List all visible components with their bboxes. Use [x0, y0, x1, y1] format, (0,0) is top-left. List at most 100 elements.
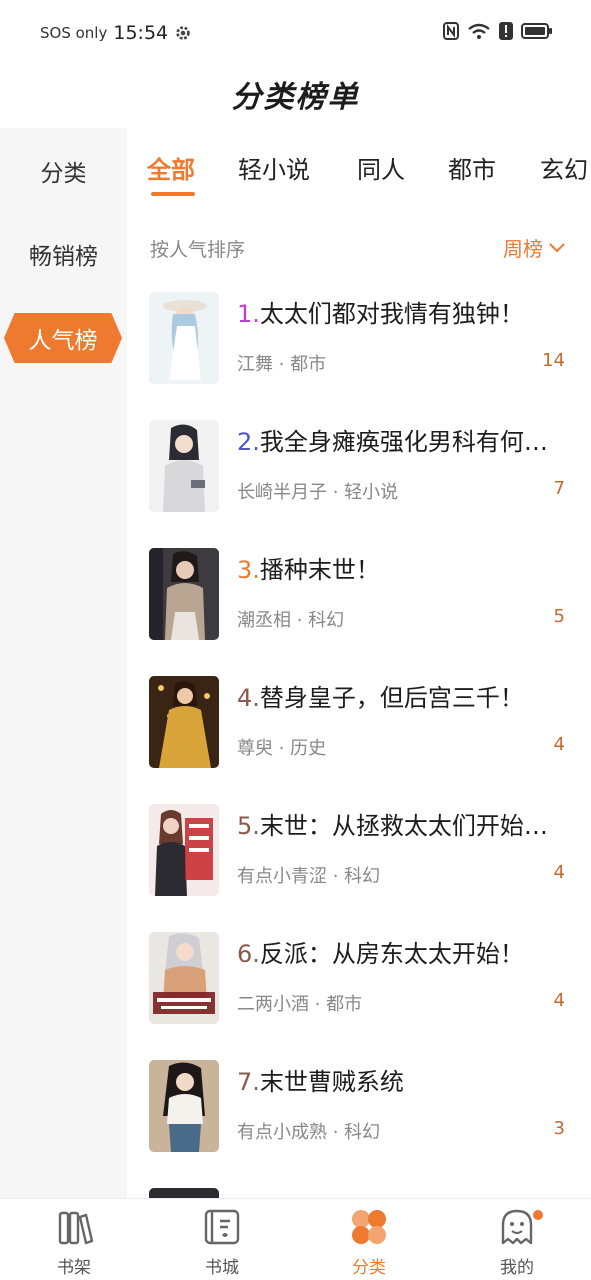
book-genre: 科幻	[308, 610, 345, 631]
list-item[interactable]: 5.末世：从拯救太太们开始… 有点小青涩 · 科幻 4	[127, 804, 591, 932]
period-dropdown[interactable]: 周榜	[503, 233, 565, 262]
nav-profile[interactable]: 我的	[467, 1207, 567, 1278]
book-popularity-count: 5	[553, 606, 565, 627]
carrier-text: SOS only	[40, 24, 108, 42]
list-item[interactable]: 6.反派：从房东太太开始！ 二两小酒 · 都市 4	[127, 932, 591, 1060]
nav-label: 我的	[500, 1258, 534, 1278]
nav-label: 书城	[205, 1258, 239, 1278]
book-author: 尊臾	[237, 738, 273, 759]
nfc-icon	[443, 22, 459, 40]
settings-gear-icon	[176, 26, 190, 40]
tab-all[interactable]: 全部	[147, 150, 195, 185]
notification-dot	[533, 1210, 543, 1220]
book-author: 有点小青涩	[237, 866, 327, 887]
book-cover	[149, 420, 219, 512]
list-item[interactable]: 3.播种末世！ 潮丞相 · 科幻 5	[127, 548, 591, 676]
alert-icon	[499, 22, 513, 40]
book-meta: 潮丞相 · 科幻	[237, 610, 345, 631]
book-title: 5.末世：从拯救太太们开始…	[237, 806, 567, 841]
rank-number: 3.	[237, 556, 260, 584]
book-genre: 科幻	[344, 866, 381, 887]
page-title: 分类榜单	[231, 80, 360, 115]
sidebar-item-bestseller[interactable]: 畅销榜	[0, 229, 127, 279]
sidebar-item-label: 畅销榜	[29, 244, 98, 270]
sidebar-item-label: 分类	[40, 161, 87, 187]
book-cover	[149, 1188, 219, 1198]
book-title: 2.我全身瘫痪强化男科有何…	[237, 422, 567, 457]
nav-label: 书架	[57, 1258, 91, 1278]
tab-fantasy[interactable]: 玄幻	[540, 150, 588, 185]
tab-fan-fiction[interactable]: 同人	[357, 150, 405, 185]
book-author: 二两小酒	[237, 994, 309, 1015]
sidebar-item-popularity[interactable]: 人气榜	[4, 313, 122, 363]
rank-number: 4.	[237, 684, 260, 712]
rank-number: 1.	[237, 300, 260, 328]
category-icon	[352, 1210, 386, 1244]
book-popularity-count: 4	[553, 734, 565, 755]
book-title: 1.太太们都对我情有独钟！	[237, 294, 567, 329]
book-genre: 轻小说	[344, 482, 399, 503]
book-title-text: 末世曹贼系统	[259, 1068, 404, 1096]
status-bar: SOS only 15:54	[0, 0, 591, 66]
sort-label: 按人气排序	[150, 239, 246, 261]
rank-number: 6.	[237, 940, 260, 968]
wifi-icon	[468, 23, 490, 39]
book-author: 江舞	[237, 354, 273, 375]
book-popularity-count: 4	[553, 862, 565, 883]
sidebar: 分类 畅销榜 人气榜	[0, 128, 127, 1198]
book-title: 4.替身皇子，但后宫三千！	[237, 678, 567, 713]
book-cover	[149, 804, 219, 896]
book-meta: 长崎半月子 · 轻小说	[237, 482, 399, 503]
bookshelf-icon	[58, 1211, 94, 1245]
book-cover	[149, 932, 219, 1024]
chevron-down-icon	[549, 242, 565, 252]
rank-number: 5.	[237, 812, 260, 840]
book-cover	[149, 548, 219, 640]
list-item[interactable]: 7.末世曹贼系统 有点小成熟 · 科幻 3	[127, 1060, 591, 1188]
list-item[interactable]: 2.我全身瘫痪强化男科有何… 长崎半月子 · 轻小说 7	[127, 420, 591, 548]
book-genre: 科幻	[344, 1122, 381, 1143]
book-title: 3.播种末世！	[237, 550, 567, 585]
rank-number: 7.	[237, 1068, 260, 1096]
nav-bookstore[interactable]: 书城	[172, 1207, 272, 1278]
list-item[interactable]	[127, 1188, 591, 1198]
rank-number: 2.	[237, 428, 260, 456]
book-popularity-count: 3	[553, 1118, 565, 1139]
bookstore-icon	[204, 1209, 240, 1245]
active-tab-indicator	[151, 192, 195, 196]
list-item[interactable]: 1.太太们都对我情有独钟！ 江舞 · 都市 14	[127, 292, 591, 420]
sidebar-item-label: 人气榜	[28, 328, 98, 354]
book-popularity-count: 4	[553, 990, 565, 1011]
book-title-text: 替身皇子，但后宫三千！	[259, 684, 524, 712]
book-meta: 江舞 · 都市	[237, 354, 327, 375]
book-meta: 有点小成熟 · 科幻	[237, 1122, 381, 1143]
book-title-text: 播种末世！	[259, 556, 380, 584]
book-genre: 历史	[290, 738, 327, 759]
bottom-navigation: 书架 书城 分类 我的	[0, 1198, 591, 1280]
tab-light-novel[interactable]: 轻小说	[238, 150, 310, 185]
book-title-text: 末世：从拯救太太们开始…	[259, 812, 548, 840]
book-author: 长崎半月子	[237, 482, 327, 503]
list-item[interactable]: 4.替身皇子，但后宫三千！ 尊臾 · 历史 4	[127, 676, 591, 804]
nav-bookshelf[interactable]: 书架	[24, 1207, 124, 1278]
app-screen: SOS only 15:54 分类榜单 分类 畅销榜 人气榜 全部 轻小说 同人…	[0, 0, 591, 1280]
book-genre: 都市	[290, 354, 327, 375]
book-meta: 尊臾 · 历史	[237, 738, 327, 759]
book-meta: 有点小青涩 · 科幻	[237, 866, 381, 887]
period-value: 周榜	[503, 237, 543, 261]
book-cover	[149, 1060, 219, 1152]
book-title: 7.末世曹贼系统	[237, 1062, 567, 1097]
book-author: 潮丞相	[237, 610, 291, 631]
genre-tabs: 全部 轻小说 同人 都市 玄幻	[127, 128, 591, 208]
book-title: 6.反派：从房东太太开始！	[237, 934, 567, 969]
book-cover	[149, 292, 219, 384]
book-title-text: 太太们都对我情有独钟！	[259, 300, 524, 328]
nav-category[interactable]: 分类	[319, 1207, 419, 1278]
sidebar-item-category[interactable]: 分类	[0, 146, 127, 196]
clock: 15:54	[113, 22, 169, 44]
nav-label: 分类	[352, 1258, 386, 1278]
tab-urban[interactable]: 都市	[448, 150, 496, 185]
battery-icon	[521, 23, 552, 39]
book-popularity-count: 7	[553, 478, 565, 499]
book-title-text: 反派：从房东太太开始！	[259, 940, 524, 968]
